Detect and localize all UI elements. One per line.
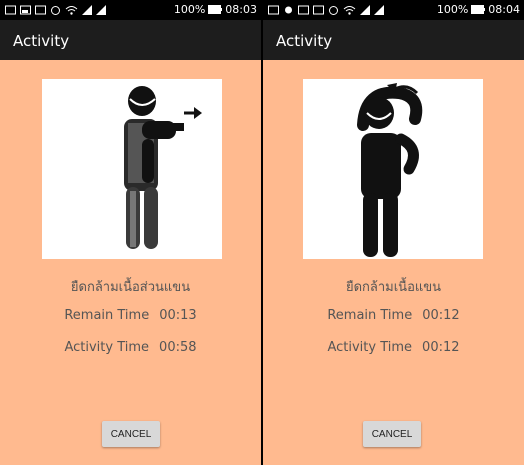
overhead-stretch-figure-icon [357, 83, 423, 257]
remain-time-label: Remain Time [327, 308, 413, 323]
screen-right: 100% 08:04 Activity ยืดกล้ามเนื้อแขน Rem… [263, 0, 524, 465]
image-icon [35, 5, 46, 15]
activity-time-value: 00:58 [159, 340, 197, 355]
battery-icon [208, 5, 223, 14]
activity-time-value: 00:12 [422, 340, 460, 355]
battery-percent: 100% [173, 3, 206, 16]
activity-time-row: Activity Time 00:58 [0, 340, 261, 355]
status-bar: 100% 08:04 [263, 0, 524, 20]
remain-time-row: Remain Time 00:13 [0, 308, 261, 323]
battery-icon [471, 5, 486, 14]
page-title: Activity [276, 32, 333, 50]
exercise-image [42, 79, 222, 259]
signal-icon-2 [374, 5, 384, 15]
notification-icon [5, 5, 16, 15]
alarm-icon [329, 6, 338, 15]
activity-time-label: Activity Time [327, 340, 413, 355]
wifi-icon [343, 6, 356, 15]
signal-icon [360, 5, 370, 15]
cancel-button[interactable]: CANCEL [102, 421, 160, 447]
exercise-image [303, 79, 483, 259]
signal-icon [82, 5, 92, 15]
screen-left: 100% 08:03 Activity ยืดกล้ามเนื้อส่วนแขน… [0, 0, 261, 465]
app-bar: Activity [263, 20, 524, 60]
battery-percent: 100% [436, 3, 469, 16]
signal-icon-2 [96, 5, 106, 15]
arm-stretch-figure-icon [124, 86, 202, 249]
status-bar: 100% 08:03 [0, 0, 261, 20]
cancel-button[interactable]: CANCEL [363, 421, 421, 447]
wifi-icon [65, 6, 78, 15]
activity-time-label: Activity Time [64, 340, 150, 355]
alarm-icon [51, 6, 60, 15]
remain-time-label: Remain Time [64, 308, 150, 323]
remain-time-value: 00:12 [422, 308, 460, 323]
app-bar: Activity [0, 20, 261, 60]
gallery-icon [20, 5, 31, 15]
settings-icon [285, 6, 292, 14]
exercise-name: ยืดกล้ามเนื้อแขน [345, 280, 442, 295]
gallery-icon [298, 5, 309, 15]
exercise-name: ยืดกล้ามเนื้อส่วนแขน [70, 280, 191, 295]
page-title: Activity [13, 32, 70, 50]
activity-time-row: Activity Time 00:12 [263, 340, 524, 355]
notification-icon [268, 5, 279, 15]
image-icon [313, 5, 324, 15]
clock: 08:03 [225, 3, 257, 16]
remain-time-row: Remain Time 00:12 [263, 308, 524, 323]
clock: 08:04 [488, 3, 520, 16]
remain-time-value: 00:13 [159, 308, 197, 323]
